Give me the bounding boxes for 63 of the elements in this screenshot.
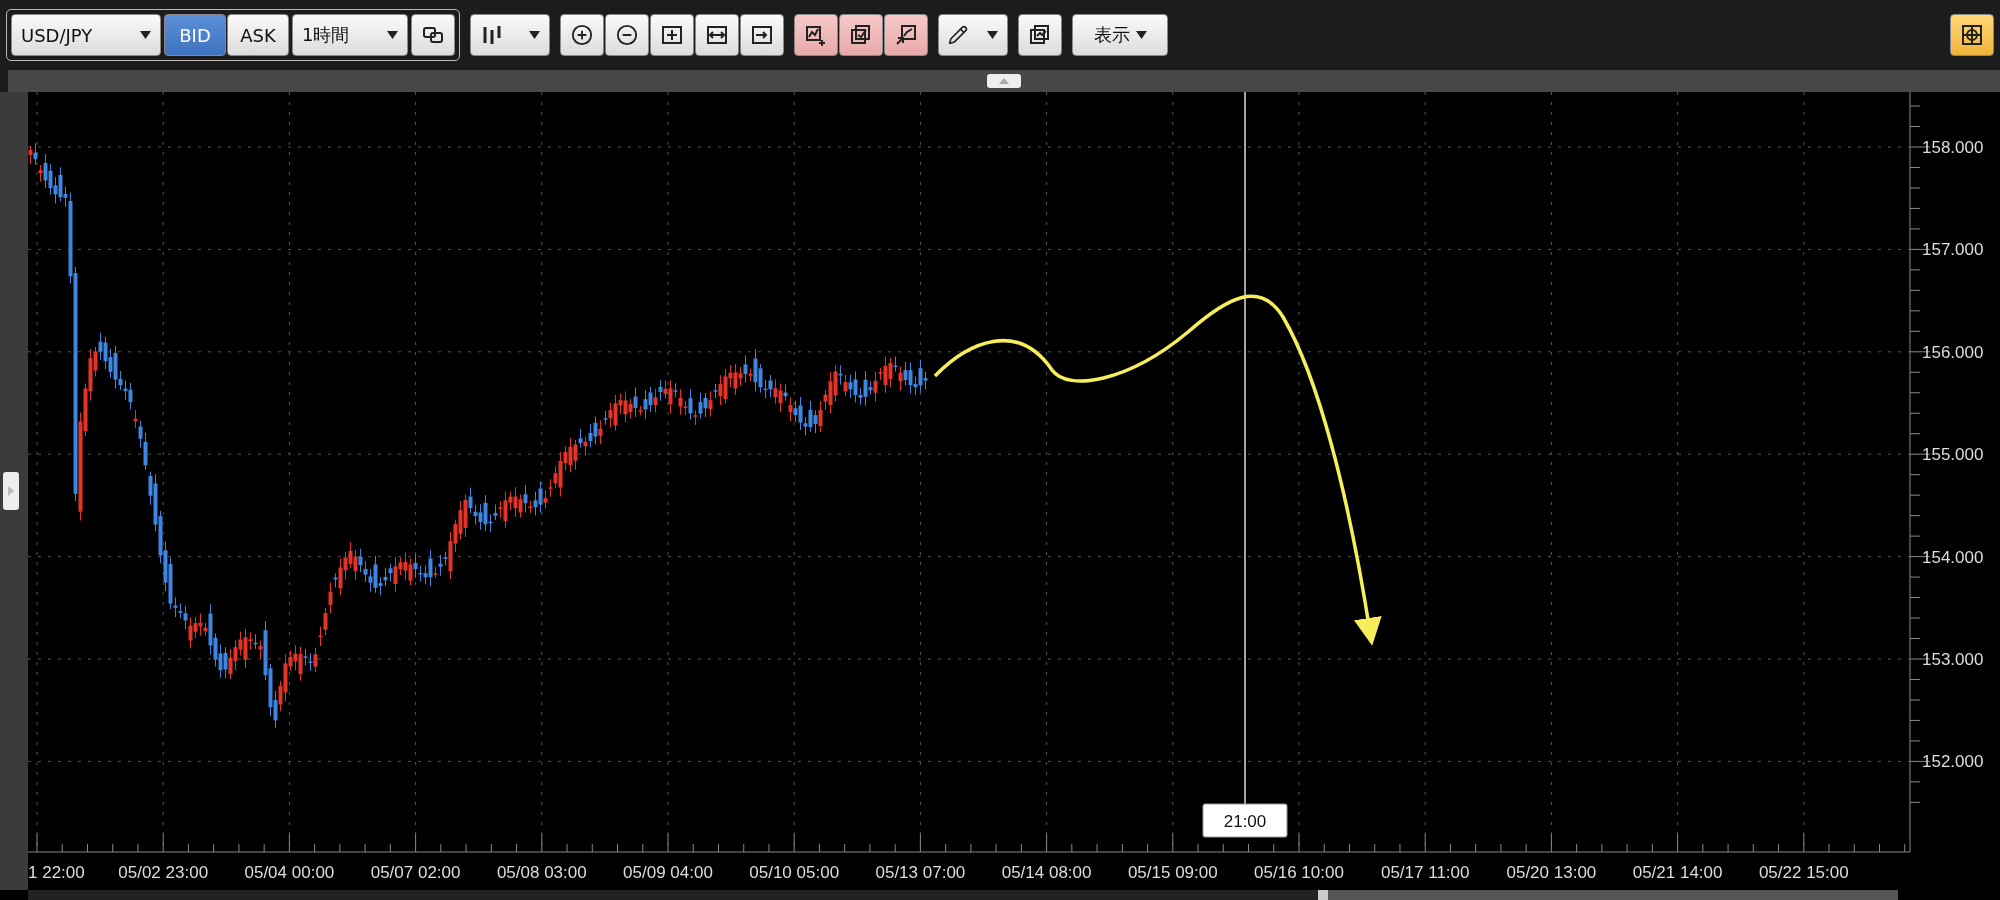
symbol-select[interactable]: USD/JPY: [11, 14, 161, 56]
indicator-button[interactable]: [839, 14, 883, 56]
price-label: 153.000: [1922, 650, 1984, 669]
up-arrow-icon: [999, 78, 1009, 84]
fit-button[interactable]: [650, 14, 694, 56]
pencil-icon: [948, 25, 968, 45]
price-label: 155.000: [1922, 445, 1984, 465]
price-label: 152.000: [1922, 752, 1984, 772]
caret-icon: [387, 31, 398, 39]
fit-icon: [660, 24, 684, 46]
time-label: 05/21 14:00: [1632, 863, 1723, 882]
collapse-handle[interactable]: [987, 74, 1021, 88]
right-arrow-icon: [8, 486, 14, 496]
zoom-out-button[interactable]: [605, 14, 649, 56]
view-menu-button[interactable]: 表示: [1072, 14, 1168, 56]
draw-tool-button[interactable]: [938, 14, 1008, 56]
time-label: 05/04 00:00: [244, 863, 335, 882]
zoom-out-icon: [616, 24, 638, 46]
timeframe-select[interactable]: 1時間: [292, 14, 408, 56]
indicator-export-button[interactable]: [884, 14, 928, 56]
stretch-icon: [705, 24, 729, 46]
caret-icon: [987, 31, 998, 39]
time-label: 05/16 10:00: [1254, 863, 1344, 882]
expand-handle[interactable]: [3, 472, 19, 510]
link-button[interactable]: [411, 14, 455, 56]
chart-plus-icon: [804, 24, 828, 46]
zoom-in-button[interactable]: [560, 14, 604, 56]
time-label: 05/09 04:00: [623, 863, 713, 882]
chart-window-button[interactable]: [1018, 14, 1062, 56]
crosshair-button[interactable]: [1950, 14, 1994, 56]
arrow-right-icon: [750, 24, 774, 46]
price-label: 158.000: [1922, 138, 1984, 157]
scrollbar-thumb[interactable]: [1318, 890, 1328, 900]
time-label: 05/08 03:00: [496, 863, 587, 882]
crosshair-time-label: 21:00: [1202, 803, 1288, 838]
price-tab[interactable]: ASK: [227, 14, 289, 56]
latest-button[interactable]: [740, 14, 784, 56]
chart-icon: [1028, 24, 1052, 46]
price-label: 156.000: [1922, 342, 1984, 362]
time-label: 05/17 11:00: [1380, 863, 1470, 882]
price-tab[interactable]: BID: [164, 14, 226, 56]
caret-icon: [1135, 31, 1147, 39]
caret-icon: [529, 31, 540, 39]
time-label: 05/07 02:00: [370, 863, 461, 882]
add-indicator-button[interactable]: [794, 14, 838, 56]
chart-icon: [849, 24, 873, 46]
time-label: 05/10 05:00: [749, 863, 840, 882]
caret-icon: [140, 31, 151, 39]
chart-arrow-icon: [894, 24, 918, 46]
price-label: 154.000: [1922, 547, 1984, 567]
crosshair-icon: [1960, 24, 1984, 46]
time-label: 05/22 15:00: [1758, 863, 1849, 882]
time-label: 05/02 23:00: [118, 863, 209, 882]
price-label: 157.000: [1922, 240, 1984, 260]
stretch-button[interactable]: [695, 14, 739, 56]
time-label: 05/20 13:00: [1506, 863, 1597, 882]
time-label: 05/13 07:00: [875, 863, 966, 882]
time-label: 1 22:00: [28, 863, 85, 882]
zoom-in-icon: [571, 24, 593, 46]
linked-squares-icon: [421, 24, 445, 46]
chart-type-button[interactable]: [470, 14, 550, 56]
time-label: 05/15 09:00: [1127, 863, 1218, 882]
time-label: 05/14 08:00: [1001, 863, 1092, 882]
